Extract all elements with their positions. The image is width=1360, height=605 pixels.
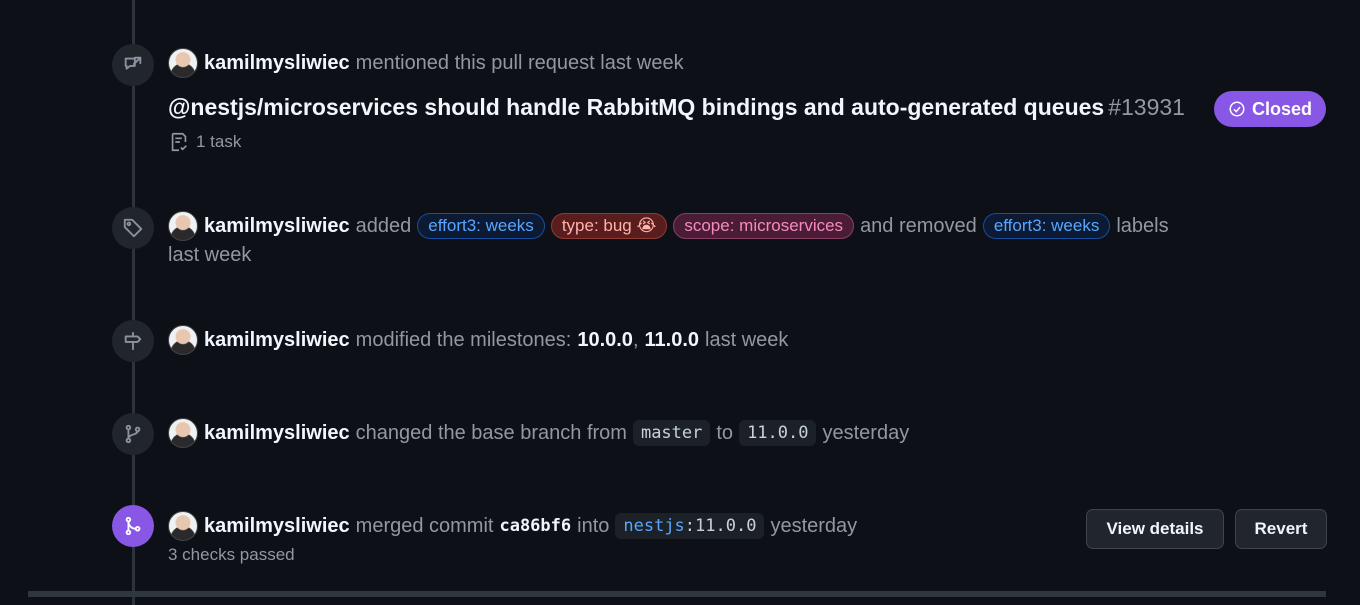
- branch-from[interactable]: master: [632, 420, 711, 446]
- author-link[interactable]: kamilmysliwiec: [204, 515, 350, 538]
- git-merge-icon: [112, 505, 154, 547]
- event-text: merged commit: [355, 514, 494, 537]
- pr-title-text[interactable]: @nestjs/microservices should handle Rabb…: [168, 94, 1104, 120]
- timeline-bottom-divider: [28, 591, 1326, 597]
- avatar[interactable]: [168, 511, 198, 541]
- mention-event: kamilmysliwiec mentioned this pull reque…: [168, 48, 684, 78]
- event-text: modified the milestones:: [355, 328, 572, 351]
- labels-event: kamilmysliwiec added effort3: weeks type…: [168, 211, 1169, 241]
- repo-name[interactable]: nestjs: [623, 516, 684, 536]
- milestone-to[interactable]: 11.0.0: [645, 329, 700, 352]
- pr-number[interactable]: #13931: [1108, 94, 1185, 120]
- milestone-icon: [112, 320, 154, 362]
- timestamp[interactable]: yesterday: [770, 515, 857, 538]
- timestamp[interactable]: last week: [168, 244, 251, 267]
- merge-target-branch[interactable]: nestjs:11.0.0: [615, 513, 765, 539]
- event-text: changed the base branch from: [355, 421, 627, 444]
- task-text: 1 task: [196, 132, 242, 151]
- status-badge: Closed: [1214, 91, 1326, 127]
- commit-sha[interactable]: ca86bf6: [499, 516, 571, 536]
- event-text: mentioned this pull request last week: [355, 51, 684, 74]
- milestone-from[interactable]: 10.0.0: [577, 329, 633, 352]
- branch-name[interactable]: 11.0.0: [695, 516, 756, 536]
- separator: ,: [632, 328, 639, 351]
- timestamp[interactable]: yesterday: [822, 422, 909, 445]
- author-link[interactable]: kamilmysliwiec: [204, 329, 350, 352]
- event-text: added: [355, 214, 412, 237]
- branch-to[interactable]: 11.0.0: [739, 420, 817, 446]
- milestone-event: kamilmysliwiec modified the milestones: …: [168, 325, 788, 355]
- branch-separator: :: [684, 516, 696, 536]
- tag-icon: [112, 207, 154, 249]
- status-label: Closed: [1251, 98, 1312, 119]
- task-list-icon: [171, 132, 187, 152]
- base-branch-event: kamilmysliwiec changed the base branch f…: [168, 418, 909, 448]
- event-text: to: [716, 421, 734, 444]
- timestamp[interactable]: last week: [705, 329, 788, 352]
- label-effort[interactable]: effort3: weeks: [417, 213, 545, 239]
- author-link[interactable]: kamilmysliwiec: [204, 422, 350, 445]
- avatar[interactable]: [168, 418, 198, 448]
- merge-event: kamilmysliwiec merged commit ca86bf6 int…: [168, 511, 857, 541]
- avatar[interactable]: [168, 325, 198, 355]
- git-branch-icon: [112, 413, 154, 455]
- label-bug[interactable]: type: bug 😭: [550, 213, 668, 239]
- event-text: into: [577, 514, 610, 537]
- label-effort-removed[interactable]: effort3: weeks: [982, 213, 1111, 239]
- cross-reference-icon: [112, 44, 154, 86]
- pr-title[interactable]: @nestjs/microservices should handle Rabb…: [168, 94, 1185, 121]
- task-count: 1 task: [168, 131, 241, 153]
- author-link[interactable]: kamilmysliwiec: [204, 215, 350, 238]
- checks-status[interactable]: 3 checks passed: [168, 545, 295, 565]
- author-link[interactable]: kamilmysliwiec: [204, 52, 350, 75]
- labels-time: last week: [168, 244, 251, 267]
- revert-button[interactable]: Revert: [1235, 509, 1327, 549]
- check-circle-icon: [1229, 101, 1245, 117]
- view-details-button[interactable]: View details: [1086, 509, 1224, 549]
- avatar[interactable]: [168, 48, 198, 78]
- avatar[interactable]: [168, 211, 198, 241]
- event-text: labels: [1116, 214, 1169, 237]
- event-text: and removed: [860, 214, 977, 237]
- label-scope[interactable]: scope: microservices: [673, 213, 855, 239]
